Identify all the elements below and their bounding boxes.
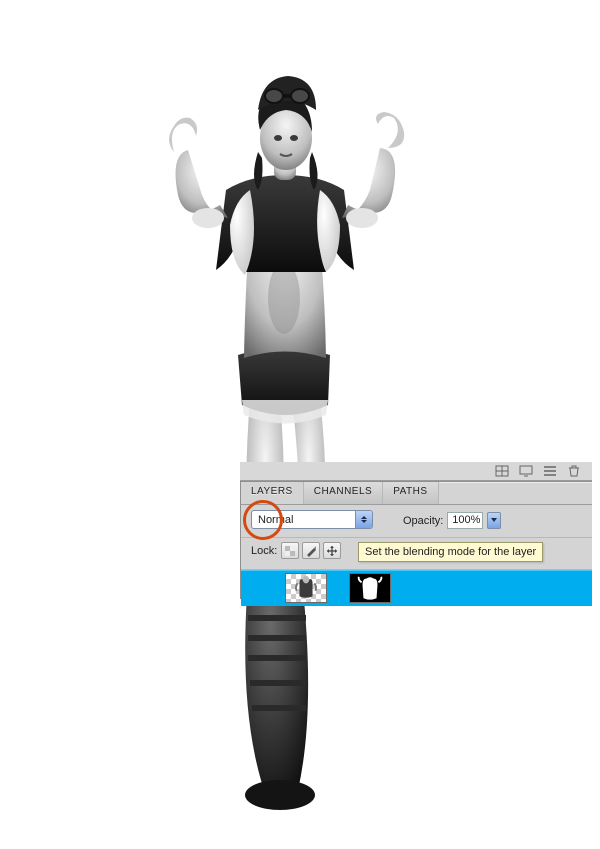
blend-mode-select[interactable]: Normal bbox=[251, 510, 373, 529]
opacity-label: Opacity: bbox=[403, 515, 443, 527]
panel-menu-icon[interactable] bbox=[542, 464, 558, 478]
layers-panel: LAYERS CHANNELS PATHS Normal Opacity: 10… bbox=[240, 481, 592, 599]
canvas-artwork bbox=[130, 40, 440, 820]
tab-layers[interactable]: LAYERS bbox=[241, 482, 304, 504]
lock-position-icon[interactable] bbox=[323, 542, 341, 559]
lock-transparency-icon[interactable] bbox=[281, 542, 299, 559]
lock-label: Lock: bbox=[251, 545, 277, 557]
tab-channels[interactable]: CHANNELS bbox=[304, 482, 383, 504]
layer-thumbnail[interactable] bbox=[285, 573, 327, 603]
blend-mode-tooltip: Set the blending mode for the layer bbox=[358, 542, 543, 562]
tab-paths[interactable]: PATHS bbox=[383, 482, 438, 504]
panel-tabs: LAYERS CHANNELS PATHS bbox=[241, 482, 592, 505]
screen-icon[interactable] bbox=[518, 464, 534, 478]
lock-pixels-icon[interactable] bbox=[302, 542, 320, 559]
trash-icon[interactable] bbox=[566, 464, 582, 478]
blend-mode-row: Normal Opacity: 100% bbox=[241, 505, 592, 538]
selected-layer-row[interactable] bbox=[241, 570, 592, 606]
chevron-updown-icon bbox=[355, 511, 372, 528]
layer-mask-thumbnail[interactable] bbox=[349, 573, 391, 603]
blend-mode-value: Normal bbox=[252, 514, 355, 526]
panel-top-iconbar bbox=[240, 462, 592, 481]
lock-row: Lock: Set the blending mode for the laye… bbox=[241, 538, 592, 570]
opacity-control: Opacity: 100% bbox=[403, 512, 501, 529]
opacity-field[interactable]: 100% bbox=[447, 512, 483, 529]
opacity-flyout-icon[interactable] bbox=[487, 512, 501, 529]
guide-icon[interactable] bbox=[494, 464, 510, 478]
